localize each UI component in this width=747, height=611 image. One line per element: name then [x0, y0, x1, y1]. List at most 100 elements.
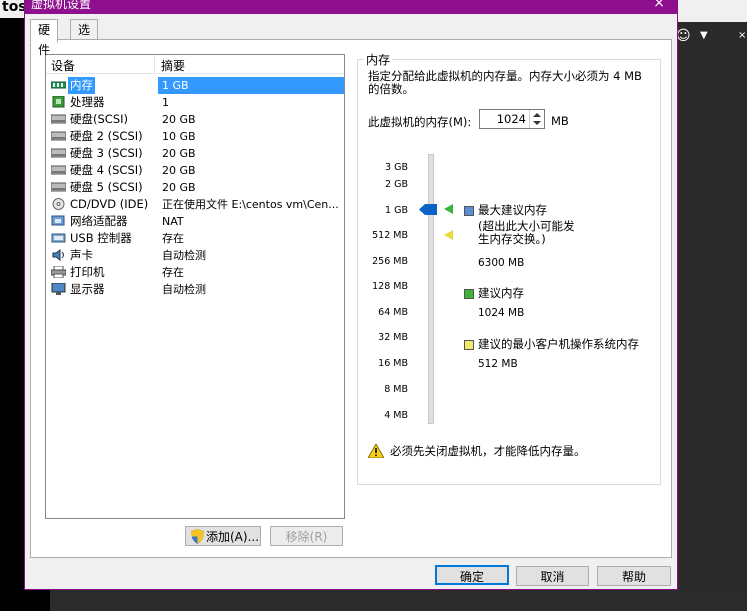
desktop-background-bottom-left — [0, 590, 50, 611]
device-summary: 20 GB — [162, 147, 196, 160]
add-device-button[interactable]: 添加(A)... — [185, 526, 261, 546]
scale-label: 256 MB — [372, 256, 408, 267]
memory-size-spinner[interactable]: 1024 — [479, 109, 545, 129]
device-name: 内存 — [68, 77, 95, 94]
device-summary: 正在使用文件 E:\centos vm\Cen... — [162, 198, 339, 211]
device-summary: 20 GB — [162, 164, 196, 177]
min-guest-swatch — [464, 340, 474, 350]
device-name: 硬盘 2 (SCSI) — [70, 129, 143, 143]
device-row-memory[interactable]: 内存 1 GB — [48, 77, 344, 94]
harddisk-icon — [51, 114, 66, 124]
scale-label: 16 MB — [378, 358, 408, 369]
device-row-harddisk-4[interactable]: 硬盘 4 (SCSI) 20 GB — [48, 162, 342, 179]
spinner-up-icon[interactable] — [533, 113, 541, 117]
scale-label: 8 MB — [384, 384, 408, 395]
processor-icon — [52, 96, 65, 108]
display-icon — [51, 283, 66, 295]
column-header-device[interactable]: 设备 — [51, 57, 75, 74]
remove-device-button[interactable]: 移除(R) — [270, 526, 343, 546]
max-recommended-title: 最大建议内存 — [478, 203, 547, 217]
memory-group: 内存 指定分配给此虚拟机的内存量。内存大小必须为 4 MB 的倍数。 此虚拟机的… — [357, 51, 661, 485]
tab-options[interactable]: 选项 — [70, 19, 99, 57]
max-recommended-swatch — [464, 206, 474, 216]
device-row-display[interactable]: 显示器 自动检测 — [48, 281, 342, 298]
memory-spinner-arrows[interactable] — [529, 110, 544, 128]
harddisk-icon — [51, 131, 66, 141]
device-name: 声卡 — [70, 248, 93, 262]
add-device-label: 添加(A)... — [206, 530, 260, 544]
device-row-network-adapter[interactable]: 网络适配器 NAT — [48, 213, 342, 230]
memory-warning-text: 必须先关闭虚拟机，才能降低内存量。 — [390, 444, 586, 458]
device-row-printer[interactable]: 打印机 存在 — [48, 264, 342, 281]
tab-hardware[interactable]: 硬件 — [30, 19, 59, 57]
device-summary: 10 GB — [162, 130, 196, 143]
device-row-processor[interactable]: 处理器 1 — [48, 94, 342, 111]
device-name: 网络适配器 — [70, 214, 128, 228]
cd-dvd-icon — [52, 198, 65, 210]
column-header-summary[interactable]: 摘要 — [161, 57, 185, 74]
close-icon[interactable]: × — [653, 0, 665, 11]
ok-button[interactable]: 确定 — [435, 565, 509, 585]
desktop-background-right — [678, 22, 747, 611]
memory-slider-thumb[interactable] — [419, 204, 437, 215]
column-divider[interactable] — [154, 55, 155, 73]
harddisk-icon — [51, 182, 66, 192]
background-window-strip — [678, 0, 747, 22]
device-list[interactable]: 设备 摘要 内存 1 GB 处理器 1 硬盘(SCSI) 20 GB 硬盘 2 … — [45, 54, 345, 519]
device-summary: 20 GB — [162, 181, 196, 194]
memory-slider-track[interactable] — [428, 154, 434, 424]
device-summary: 20 GB — [162, 113, 196, 126]
device-name: 硬盘 3 (SCSI) — [70, 146, 143, 160]
device-row-harddisk-5[interactable]: 硬盘 5 (SCSI) 20 GB — [48, 179, 342, 196]
device-summary: 存在 — [162, 266, 184, 279]
harddisk-icon — [51, 148, 66, 158]
accessibility-icon[interactable]: ☺ — [676, 28, 691, 44]
network-adapter-icon — [51, 215, 65, 226]
spinner-down-icon[interactable] — [533, 121, 541, 125]
device-summary: 自动检测 — [162, 249, 206, 262]
device-name: 硬盘(SCSI) — [70, 112, 128, 126]
recommended-swatch — [464, 289, 474, 299]
device-summary: 自动检测 — [162, 283, 206, 296]
device-name: USB 控制器 — [70, 231, 132, 245]
device-summary: 存在 — [162, 232, 184, 245]
recommended-title: 建议内存 — [478, 286, 524, 300]
device-summary: 1 GB — [158, 77, 344, 94]
recommended-marker-icon — [444, 204, 453, 214]
device-summary: 1 — [162, 96, 169, 109]
desktop-background-left — [0, 0, 24, 611]
scale-label: 3 GB — [385, 162, 408, 173]
printer-icon — [51, 266, 66, 278]
memory-size-value[interactable]: 1024 — [497, 112, 526, 126]
help-button[interactable]: 帮助 — [597, 566, 671, 586]
device-row-harddisk-3[interactable]: 硬盘 3 (SCSI) 20 GB — [48, 145, 342, 162]
device-row-usb-controller[interactable]: USB 控制器 存在 — [48, 230, 342, 247]
device-name: 显示器 — [70, 282, 105, 296]
device-name: CD/DVD (IDE) — [70, 197, 149, 211]
device-row-harddisk-1[interactable]: 硬盘(SCSI) 20 GB — [48, 111, 342, 128]
scale-label: 512 MB — [372, 230, 408, 241]
harddisk-icon — [51, 165, 66, 175]
device-summary: NAT — [162, 215, 184, 228]
device-row-cd-dvd[interactable]: CD/DVD (IDE) 正在使用文件 E:\centos vm\Cen... — [48, 196, 342, 213]
shield-icon — [191, 529, 204, 544]
device-name: 处理器 — [70, 95, 105, 109]
min-guest-title: 建议的最小客户机操作系统内存 — [478, 337, 639, 351]
scale-label: 4 MB — [384, 410, 408, 421]
min-guest-value: 512 MB — [478, 358, 518, 370]
title-bar[interactable]: 虚拟机设置 × — [25, 0, 677, 14]
device-row-harddisk-2[interactable]: 硬盘 2 (SCSI) 10 GB — [48, 128, 342, 145]
hardware-panel: 设备 摘要 内存 1 GB 处理器 1 硬盘(SCSI) 20 GB 硬盘 2 … — [30, 39, 672, 558]
memory-description: 指定分配给此虚拟机的内存量。内存大小必须为 4 MB 的倍数。 — [368, 69, 642, 96]
scale-label: 32 MB — [378, 332, 408, 343]
edge-marker-icon: × — [738, 30, 747, 41]
max-recommended-value: 6300 MB — [478, 257, 525, 269]
recommended-value: 1024 MB — [478, 307, 525, 319]
scale-label: 64 MB — [378, 307, 408, 318]
device-name: 打印机 — [70, 265, 105, 279]
device-name: 硬盘 4 (SCSI) — [70, 163, 143, 177]
cancel-button[interactable]: 取消 — [516, 566, 589, 586]
chevron-down-icon[interactable]: ▼ — [700, 30, 708, 41]
device-row-sound-card[interactable]: 声卡 自动检测 — [48, 247, 342, 264]
min-guest-marker-icon — [444, 230, 453, 240]
